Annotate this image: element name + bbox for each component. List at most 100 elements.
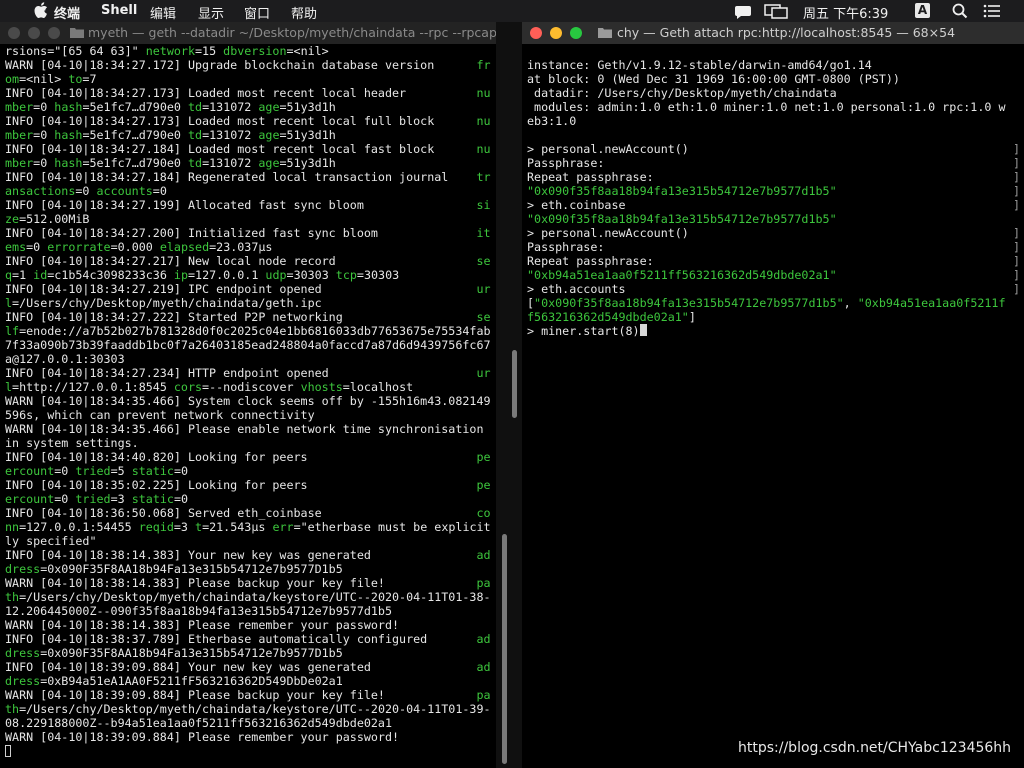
log-text: =512.00MiB [19,212,90,226]
log-field-key: ercount [5,492,55,506]
log-field-key: dress [5,674,41,688]
notification-center-icon[interactable] [983,3,1001,19]
terminal-line: ercount=0 tried=5 static=0 [5,464,491,478]
log-field-key: ems [5,240,27,254]
terminal-line: f563216362d549dbde02a1"] [527,310,1006,324]
terminal-line: INFO [04-10|18:34:27.200] Initialized fa… [5,226,491,240]
display-mirroring-icon[interactable] [764,3,788,19]
terminal-line: "0x090f35f8aa18b94fa13e315b54712e7b9577d… [527,184,1006,198]
app-name-menu[interactable]: 终端 [54,3,80,22]
log-field-key: accounts [96,184,153,198]
log-field-key: co [476,506,491,520]
terminal-line: > miner.start(8) [527,324,1006,338]
input-bracket-right: ] [1013,226,1021,240]
menubar: 终端 Shell 编辑 显示 窗口 帮助 周五 下午6:39 A [0,0,1024,22]
log-field-key: nu [476,114,491,128]
terminal-line: mber=0 hash=5e1fc7…d790e0 td=131072 age=… [5,128,491,142]
terminal-line: modules: admin:1.0 eth:1.0 miner:1.0 net… [527,100,1006,114]
close-button[interactable] [530,27,542,39]
log-field-key: td [188,128,203,142]
log-text: instance: Geth/v1.9.12-stable/darwin-amd… [527,58,872,72]
log-field-key: ercount [5,464,55,478]
terminal-line: ze=512.00MiB [5,212,491,226]
menu-shell[interactable]: Shell [101,3,137,18]
right-window-title: chy — Geth attach rpc:http://localhost:8… [617,25,956,40]
log-text: WARN [04-10|18:34:35.466] Please enable … [5,422,484,436]
log-text: 596s, which can prevent network connecti… [5,408,315,422]
terminal-line: INFO [04-10|18:36:50.068] Served eth_coi… [5,506,491,520]
right-terminal-output[interactable]: instance: Geth/v1.9.12-stable/darwin-amd… [527,44,1006,338]
log-field-key: cors [173,380,203,394]
clock[interactable]: 周五 下午6:39 [803,3,888,22]
left-window-scrollbar[interactable] [502,534,507,764]
terminal-line: > personal.newAccount() [527,142,1006,156]
log-field-key: udp [265,268,287,282]
log-text: =--nodiscover [202,380,301,394]
log-field-key: td [188,156,203,170]
terminal-line: WARN [04-10|18:38:14.383] Please remembe… [5,618,491,632]
terminal-line: instance: Geth/v1.9.12-stable/darwin-amd… [527,58,1006,72]
log-text: =30303 [356,268,400,282]
log-field-key: dbversion [223,44,287,58]
log-text: =131072 [202,156,259,170]
terminal-line: rsions="[65 64 63]" network=15 dbversion… [5,44,491,58]
apple-menu-icon[interactable] [34,2,48,22]
log-text: =c1b54c3098233c36 [47,268,174,282]
input-method-indicator[interactable]: A [915,3,930,18]
terminal-line: WARN [04-10|18:39:09.884] Please remembe… [5,730,491,744]
terminal-line: ly specified" [5,534,491,548]
input-bracket-right: ] [1013,170,1021,184]
log-text: > miner.start(8) [527,324,640,338]
log-text: =0xB94a51eA1AA0F5211fF563216362D549DbDe0… [40,674,343,688]
right-window-titlebar[interactable]: chy — Geth attach rpc:http://localhost:8… [522,22,1024,44]
log-field-key: static [131,492,174,506]
log-text: INFO [04-10|18:34:27.199] Allocated fast… [5,198,477,212]
log-text: WARN [04-10|18:38:14.383] Please backup … [5,576,477,590]
terminal-line: dress=0x090F35F8AA18b94Fa13e315b54712e7b… [5,646,491,660]
terminal-line: INFO [04-10|18:38:14.383] Your new key w… [5,548,491,562]
terminal-line: dress=0x090F35F8AA18b94Fa13e315b54712e7b… [5,562,491,576]
spotlight-search-icon[interactable] [952,3,968,19]
log-text: =http://127.0.0.1:8545 [12,380,174,394]
terminal-line: INFO [04-10|18:34:27.222] Started P2P ne… [5,310,491,324]
close-button[interactable] [8,27,20,39]
log-field-key: tcp [335,268,357,282]
log-text: at block: 0 (Wed Dec 31 1969 16:00:00 GM… [527,72,900,86]
log-text: =0 [173,464,189,478]
left-window-titlebar[interactable]: myeth — geth --datadir ~/Desktop/myeth/c… [0,22,496,44]
log-text: =127.0.0.1:54455 [19,520,139,534]
log-field-key: pa [476,688,491,702]
log-field-key: ansactions [5,184,76,198]
log-text: =0 [75,184,97,198]
terminal-line: th=/Users/chy/Desktop/myeth/chaindata/ke… [5,702,491,716]
terminal-line: INFO [04-10|18:35:02.225] Looking for pe… [5,478,491,492]
minimize-button[interactable] [550,27,562,39]
notification-icon[interactable] [734,3,752,19]
menu-window[interactable]: 窗口 [244,3,270,22]
menu-help[interactable]: 帮助 [291,3,317,22]
minimize-button[interactable] [28,27,40,39]
left-terminal-output[interactable]: rsions="[65 64 63]" network=15 dbversion… [5,44,491,758]
log-text: =23.037µs [209,240,273,254]
left-window-scroll-thumb[interactable] [512,350,517,418]
input-bracket-right: ] [1013,198,1021,212]
menu-view[interactable]: 显示 [198,3,224,22]
terminal-line: l=http://127.0.0.1:8545 cors=--nodiscove… [5,380,491,394]
zoom-button[interactable] [48,27,60,39]
terminal-line: INFO [04-10|18:34:27.234] HTTP endpoint … [5,366,491,380]
log-field-key: td [188,100,203,114]
terminal-line: lf=enode://a7b52b027b781328d0f0c2025c04e… [5,324,491,338]
log-text: =0 [33,128,55,142]
log-field-key: "0x090f35f8aa18b94fa13e315b54712e7b9577d… [534,296,844,310]
log-text: =30303 [286,268,336,282]
left-terminal-window[interactable]: myeth — geth --datadir ~/Desktop/myeth/c… [0,22,496,768]
log-text: 12.206445000Z--090f35f8aa18b94fa13e315b5… [5,604,393,618]
right-terminal-window[interactable]: chy — Geth attach rpc:http://localhost:8… [522,22,1024,768]
menu-edit[interactable]: 编辑 [150,3,176,22]
zoom-button[interactable] [570,27,582,39]
log-field-key: q [5,268,13,282]
log-text: Passphrase: [527,156,605,170]
log-text: =0 [26,240,48,254]
log-text: =/Users/chy/Desktop/myeth/chaindata/geth… [12,296,322,310]
